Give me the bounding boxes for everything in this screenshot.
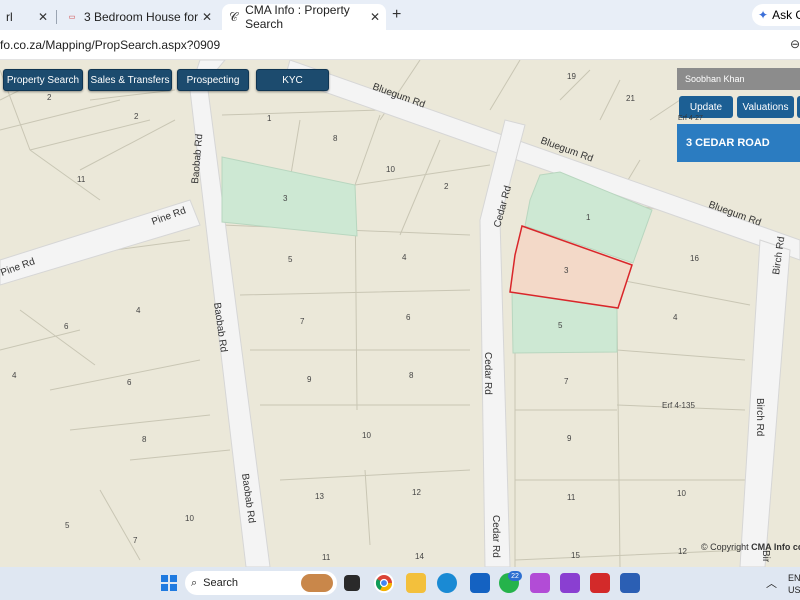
copyright-prefix: © Copyright xyxy=(701,542,749,552)
lot-number: 15 xyxy=(571,551,580,560)
tab-label: 3 Bedroom House for sale in Le xyxy=(84,10,202,24)
property-search-button[interactable]: Property Search xyxy=(3,69,83,91)
ask-label: Ask Ge xyxy=(772,8,800,22)
site-favicon-icon: ▭ xyxy=(68,14,76,21)
search-label: Search xyxy=(203,577,239,589)
sparkle-icon: ✦ xyxy=(758,8,769,22)
lot-number: 2 xyxy=(47,93,52,102)
lot-number: 11 xyxy=(567,493,576,502)
tab-2[interactable]: ▭ 3 Bedroom House for sale in Le ✕ xyxy=(60,4,218,30)
lot-number: Erf 4-135 xyxy=(662,401,695,410)
lot-number: 3 xyxy=(283,194,288,203)
tab-bar: rl ✕ ▭ 3 Bedroom House for sale in Le ✕ … xyxy=(0,0,800,31)
lot-number: 11 xyxy=(322,553,331,562)
lot-number: 16 xyxy=(690,254,699,263)
lot-number: 6 xyxy=(127,378,132,387)
lot-number: 12 xyxy=(678,547,687,556)
edge-icon[interactable] xyxy=(437,573,457,593)
road-label: Cedar Rd xyxy=(490,515,501,558)
search-icon: ⌕ xyxy=(191,576,198,589)
lot-number: 9 xyxy=(567,434,572,443)
lot-number: 4 xyxy=(402,253,407,262)
map-canvas[interactable]: Bluegum Rd Bluegum Rd Bluegum Rd Baobab … xyxy=(0,60,800,567)
lot-number: 6 xyxy=(406,313,411,322)
windows-start-icon[interactable] xyxy=(159,573,179,593)
property-title-panel[interactable]: 3 CEDAR ROAD xyxy=(677,124,800,162)
url-field[interactable]: fo.co.za/Mapping/PropSearch.aspx?0909 xyxy=(0,38,220,52)
copyright-notice: © Copyright CMA Info cc xyxy=(701,542,800,552)
prospecting-button[interactable]: Prospecting xyxy=(177,69,249,91)
file-explorer-icon[interactable] xyxy=(406,573,426,593)
tab-1[interactable]: rl ✕ xyxy=(0,4,54,30)
erf-label: Erf 4-27 xyxy=(678,115,703,122)
tab-3-active[interactable]: 𝒞 CMA Info : Property Search ✕ xyxy=(222,3,386,31)
road-label: Birch Rd xyxy=(754,398,765,436)
language-indicator[interactable]: EN US xyxy=(788,572,800,596)
task-view-icon[interactable] xyxy=(344,575,360,591)
whatsapp-badge: 22 xyxy=(508,571,522,581)
lot-number: 1 xyxy=(267,114,272,123)
kyc-button[interactable]: KYC xyxy=(256,69,329,91)
lot-number: 8 xyxy=(142,435,147,444)
lang-line1: EN xyxy=(788,573,800,583)
search-highlight-icon xyxy=(301,574,333,592)
lot-number: 7 xyxy=(564,377,569,386)
new-tab-icon[interactable]: + xyxy=(392,6,401,24)
lot-number: 11 xyxy=(77,175,86,184)
lot-number: 13 xyxy=(315,492,324,501)
valuations-button[interactable]: Valuations xyxy=(737,96,794,118)
clipchamp-icon[interactable] xyxy=(560,573,580,593)
lot-number: 5 xyxy=(65,521,70,530)
lot-number: 4 xyxy=(12,371,17,380)
lot-number: 10 xyxy=(677,489,686,498)
lot-number: 8 xyxy=(333,134,338,143)
lot-number: 4 xyxy=(673,313,678,322)
address-bar: fo.co.za/Mapping/PropSearch.aspx?0909 ⊖ xyxy=(0,30,800,60)
copilot-icon[interactable] xyxy=(530,573,550,593)
chrome-icon[interactable] xyxy=(374,573,394,593)
chevron-up-icon[interactable]: ︿ xyxy=(766,575,777,591)
lot-number: 5 xyxy=(558,321,563,330)
tab-label: rl xyxy=(6,10,13,24)
sales-transfers-button[interactable]: Sales & Transfers xyxy=(88,69,172,91)
lot-number: 12 xyxy=(412,488,421,497)
tab-label: CMA Info : Property Search xyxy=(245,3,350,31)
lot-number: 8 xyxy=(409,371,414,380)
outlook-icon[interactable] xyxy=(470,573,490,593)
lot-number: 19 xyxy=(567,72,576,81)
copyright-brand: CMA Info cc xyxy=(751,542,800,552)
lot-number: 10 xyxy=(386,165,395,174)
lot-number: 4 xyxy=(136,306,141,315)
lot-number-selected: 3 xyxy=(564,266,569,275)
user-name-bar: Soobhan Khan xyxy=(677,68,800,90)
taskbar-search-input[interactable]: ⌕ Search xyxy=(185,571,337,595)
lot-number: 6 xyxy=(64,322,69,331)
road-label: Cedar Rd xyxy=(482,352,493,395)
close-icon[interactable]: ✕ xyxy=(38,10,48,24)
pdf-reader-icon[interactable] xyxy=(590,573,610,593)
lot-number: 1 xyxy=(586,213,591,222)
lot-number: 21 xyxy=(626,94,635,103)
ask-button[interactable]: ✦ Ask Ge xyxy=(752,4,800,26)
lot-number: 9 xyxy=(307,375,312,384)
cma-favicon-icon: 𝒞 xyxy=(229,9,238,24)
lot-number: 2 xyxy=(444,182,449,191)
lot-number: 7 xyxy=(300,317,305,326)
lang-line2: US xyxy=(788,585,800,595)
lot-number: 7 xyxy=(133,536,138,545)
lot-number: 5 xyxy=(288,255,293,264)
taskbar: ⌕ Search xyxy=(0,567,800,600)
tab-divider xyxy=(56,10,57,24)
word-icon[interactable] xyxy=(620,573,640,593)
lot-number: 2 xyxy=(134,112,139,121)
close-icon[interactable]: ✕ xyxy=(202,10,212,24)
lot-number: 10 xyxy=(185,514,194,523)
lot-number: 14 xyxy=(415,552,424,561)
zoom-icon[interactable]: ⊖ xyxy=(790,37,800,51)
lot-number: 10 xyxy=(362,431,371,440)
close-icon[interactable]: ✕ xyxy=(370,10,380,24)
